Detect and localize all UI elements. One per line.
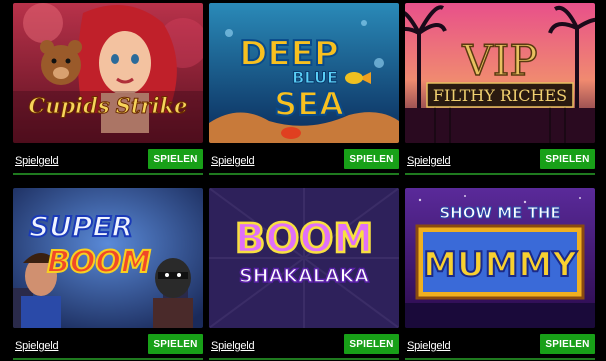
game-card-show-me-the-mummy: SHOW ME THE MUMMY Spielgeld SPIELEN	[405, 188, 595, 360]
vip-filthy-riches-artwork: VIP FILTHY RICHES	[405, 3, 595, 143]
boom-title-line-1: BOOM	[235, 216, 373, 262]
show-me-the-mummy-artwork: SHOW ME THE MUMMY	[405, 188, 595, 328]
demo-play-link[interactable]: Spielgeld	[407, 340, 451, 352]
boom-title-line-2: SHAKALAKA	[239, 265, 369, 287]
game-grid: Cupids Strike Spielgeld SPIELEN DEEP BLU…	[0, 0, 606, 361]
game-card-footer: Spielgeld SPIELEN	[405, 331, 595, 357]
play-button[interactable]: SPIELEN	[540, 334, 595, 354]
play-button[interactable]: SPIELEN	[148, 149, 203, 169]
demo-play-link[interactable]: Spielgeld	[407, 155, 451, 167]
card-underline	[13, 173, 203, 175]
vip-title-line-2: FILTHY RICHES	[433, 86, 567, 105]
game-card-footer: Spielgeld SPIELEN	[209, 331, 399, 357]
game-card-footer: Spielgeld SPIELEN	[13, 331, 203, 357]
game-card-vip-filthy-riches: VIP FILTHY RICHES Spielgeld SPIELEN	[405, 3, 595, 175]
game-card-boom-shakalaka: BOOM SHAKALAKA Spielgeld SPIELEN	[209, 188, 399, 360]
play-button[interactable]: SPIELEN	[344, 334, 399, 354]
game-card-footer: Spielgeld SPIELEN	[405, 146, 595, 172]
play-button[interactable]: SPIELEN	[344, 149, 399, 169]
cupids-strike-artwork: Cupids Strike	[13, 3, 203, 143]
play-button[interactable]: SPIELEN	[148, 334, 203, 354]
demo-play-link[interactable]: Spielgeld	[211, 155, 255, 167]
cupids-title-line-1: Cupids	[29, 93, 110, 118]
game-thumbnail-vip-filthy-riches[interactable]: VIP FILTHY RICHES	[405, 3, 595, 143]
demo-play-link[interactable]: Spielgeld	[211, 340, 255, 352]
game-thumbnail-deep-blue-sea[interactable]: DEEP BLUE SEA	[209, 3, 399, 143]
cupids-title-line-2: Strike	[116, 93, 188, 118]
game-card-cupids-strike: Cupids Strike Spielgeld SPIELEN	[13, 3, 203, 175]
svg-text:CupidsStrike: Cupids Strike	[29, 93, 188, 118]
demo-play-link[interactable]: Spielgeld	[15, 155, 59, 167]
super-title-line-2: BOOM	[47, 245, 151, 280]
game-thumbnail-show-me-the-mummy[interactable]: SHOW ME THE MUMMY	[405, 188, 595, 328]
game-thumbnail-boom-shakalaka[interactable]: BOOM SHAKALAKA	[209, 188, 399, 328]
card-underline	[405, 358, 595, 360]
boom-shakalaka-artwork: BOOM SHAKALAKA	[209, 188, 399, 328]
game-card-footer: Spielgeld SPIELEN	[13, 146, 203, 172]
card-underline	[405, 173, 595, 175]
game-card-deep-blue-sea: DEEP BLUE SEA Spielgeld SPIELEN	[209, 3, 399, 175]
game-card-footer: Spielgeld SPIELEN	[209, 146, 399, 172]
mummy-title-line-1: SHOW ME THE	[439, 204, 560, 222]
game-thumbnail-super-boom[interactable]: SUPER BOOM	[13, 188, 203, 328]
mummy-title-line-2: MUMMY	[423, 245, 577, 285]
card-underline	[209, 173, 399, 175]
deep-title-line-3: SEA	[274, 85, 344, 123]
game-card-super-boom: SUPER BOOM Spielgeld SPIELEN	[13, 188, 203, 360]
vip-title-line-1: VIP	[461, 36, 537, 85]
deep-blue-sea-artwork: DEEP BLUE SEA	[209, 3, 399, 143]
play-button[interactable]: SPIELEN	[540, 149, 595, 169]
super-boom-artwork: SUPER BOOM	[13, 188, 203, 328]
game-thumbnail-cupids-strike[interactable]: Cupids Strike	[13, 3, 203, 143]
card-underline	[209, 358, 399, 360]
card-underline	[13, 358, 203, 360]
super-title-line-1: SUPER	[29, 210, 133, 243]
demo-play-link[interactable]: Spielgeld	[15, 340, 59, 352]
